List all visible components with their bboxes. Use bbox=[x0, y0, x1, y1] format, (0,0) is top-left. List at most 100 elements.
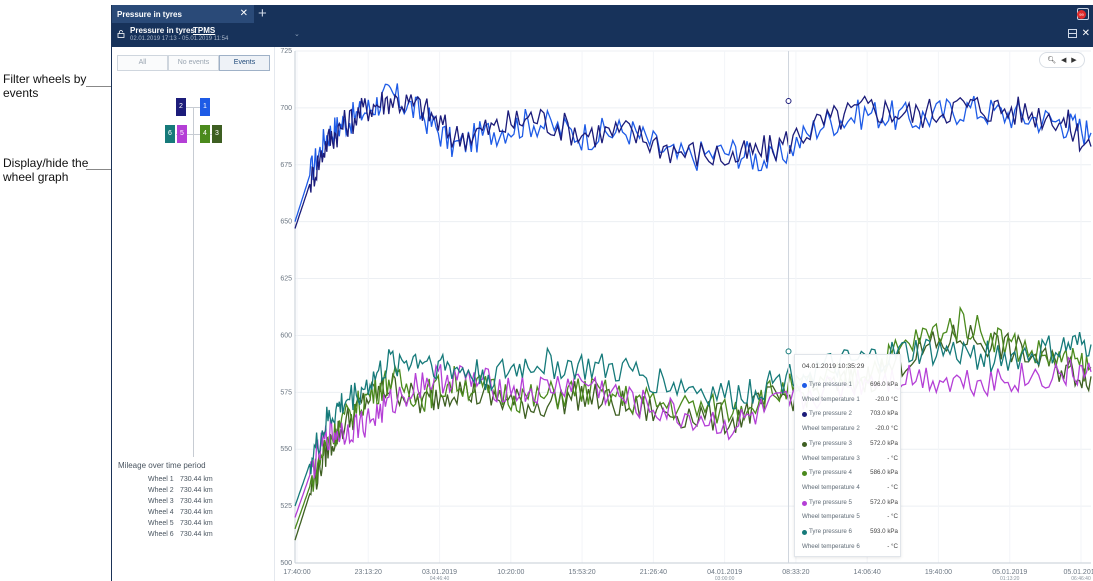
tooltip-row: Tyre pressure 6 593.0 kPa bbox=[802, 528, 898, 538]
x-tick-label: 23:13:20 bbox=[355, 569, 382, 576]
mileage-wheel-label: Wheel 2 bbox=[148, 487, 174, 494]
x-tick-sublabel: 06:46:40 bbox=[1071, 576, 1091, 581]
scroll-left-icon[interactable]: ◀ bbox=[1061, 56, 1066, 64]
tab-title: Pressure in tyres bbox=[117, 10, 182, 19]
tooltip-label: Wheel temperature 2 bbox=[802, 425, 860, 433]
tooltip-value: 703.0 kPa bbox=[870, 410, 898, 418]
annotation-display: Display/hide the wheel graph bbox=[3, 156, 88, 184]
mileage-value: 730.44 km bbox=[180, 476, 213, 483]
wheel-1-toggle[interactable]: 1 bbox=[200, 98, 210, 116]
y-tick-label: 700 bbox=[280, 105, 292, 112]
tooltip-row: Tyre pressure 5 572.0 kPa bbox=[802, 499, 898, 509]
tooltip-label: Wheel temperature 1 bbox=[802, 395, 860, 403]
x-tick-label: 08:33:20 bbox=[782, 569, 809, 576]
tooltip-row: Wheel temperature 6 - °C bbox=[802, 543, 898, 553]
annotation-filter-line1: Filter wheels by bbox=[3, 72, 87, 86]
report-header: Pressure in tyres TPMS 02.01.2019 17:13 … bbox=[112, 23, 1093, 47]
chevron-down-icon[interactable]: ⌄ bbox=[294, 30, 300, 38]
x-tick-label: 10:20:00 bbox=[497, 569, 524, 576]
y-tick-label: 550 bbox=[280, 446, 292, 453]
tooltip-value: - °C bbox=[887, 513, 898, 521]
x-tick-label: 19:40:00 bbox=[925, 569, 952, 576]
mileage-wheel-label: Wheel 5 bbox=[148, 520, 174, 527]
wheel-6-toggle[interactable]: 6 bbox=[165, 125, 175, 143]
chart-svg[interactable]: 500 525 550 575 600 625 650 675 700 725 17:40:00 23… bbox=[275, 47, 1093, 581]
mileage-title: Mileage over time period bbox=[118, 461, 206, 470]
tooltip-value: 696.0 kPa bbox=[870, 381, 898, 388]
mileage-value: 730.44 km bbox=[180, 487, 213, 494]
filter-all-button[interactable]: All bbox=[117, 55, 168, 71]
mileage-value: 730.44 km bbox=[180, 520, 213, 527]
notifications-icon[interactable]: 99 bbox=[1077, 8, 1089, 20]
pressure-chart[interactable]: 500 525 550 575 600 625 650 675 700 725 17:40:00 23… bbox=[275, 47, 1093, 581]
mileage-value: 730.44 km bbox=[180, 531, 213, 538]
x-tick-label: 05.01.2019 bbox=[1063, 569, 1093, 576]
tooltip-label: Tyre pressure 3 bbox=[809, 439, 852, 447]
tooltip-label: Tyre pressure 6 bbox=[809, 528, 852, 535]
mileage-row: Wheel 3 730.44 km bbox=[148, 498, 213, 505]
y-tick-label: 525 bbox=[280, 503, 292, 510]
add-tab-icon[interactable]: + bbox=[258, 5, 267, 22]
mileage-row: Wheel 5 730.44 km bbox=[148, 520, 213, 527]
tooltip-row: Wheel temperature 5 - °C bbox=[802, 513, 898, 523]
mileage-wheel-label: Wheel 4 bbox=[148, 509, 174, 516]
report-object-link[interactable]: TPMS bbox=[193, 26, 215, 35]
close-report-icon[interactable]: ✕ bbox=[1082, 28, 1090, 39]
wheel-2-toggle[interactable]: 2 bbox=[176, 98, 186, 116]
filter-events-button[interactable]: Events bbox=[219, 55, 270, 71]
y-tick-label: 600 bbox=[280, 332, 292, 339]
zoom-icon[interactable]: 🔍︎ bbox=[1047, 56, 1056, 64]
series-marker-icon bbox=[802, 530, 807, 535]
chart-tooltip: 04.01.2019 10:35:29 Tyre pressure 1 696.0… bbox=[794, 354, 901, 557]
event-filter-group: All No events Events bbox=[117, 55, 270, 71]
series-line-6 bbox=[294, 331, 1092, 507]
series-marker-icon bbox=[802, 441, 807, 447]
mileage-wheel-label: Wheel 6 bbox=[148, 531, 174, 538]
scroll-right-icon[interactable]: ▶ bbox=[1071, 56, 1076, 64]
tooltip-label: Wheel temperature 3 bbox=[802, 454, 860, 462]
tab-close-icon[interactable]: ✕ bbox=[240, 8, 248, 19]
annotation-display-line2: wheel graph bbox=[3, 170, 69, 184]
x-tick-label: 03.01.2019 bbox=[422, 569, 457, 576]
x-tick-label: 05.01.2019 bbox=[992, 569, 1027, 576]
tooltip-value: - °C bbox=[887, 454, 898, 462]
mileage-value: 730.44 km bbox=[180, 498, 213, 505]
tooltip-value: -20.0 °C bbox=[875, 395, 898, 403]
report-title: Pressure in tyres bbox=[130, 26, 195, 35]
tooltip-value: -20.0 °C bbox=[875, 425, 898, 433]
tab-pressure-in-tyres[interactable]: Pressure in tyres ✕ bbox=[112, 5, 254, 23]
tooltip-value: - °C bbox=[887, 542, 898, 550]
wheel-4-toggle[interactable]: 4 bbox=[200, 125, 210, 143]
filter-no-events-button[interactable]: No events bbox=[168, 55, 219, 71]
split-view-icon[interactable] bbox=[1068, 29, 1077, 38]
y-tick-label: 725 bbox=[280, 48, 292, 55]
lock-icon[interactable] bbox=[117, 30, 125, 38]
wheel-3-toggle[interactable]: 3 bbox=[212, 125, 222, 143]
tooltip-row: Wheel temperature 3 - °C bbox=[802, 455, 898, 465]
vehicle-frame bbox=[193, 107, 194, 457]
mileage-row: Wheel 1 730.44 km bbox=[148, 476, 213, 483]
annotation-filter-line2: events bbox=[3, 86, 39, 100]
tooltip-value: 572.0 kPa bbox=[870, 498, 898, 506]
x-tick-sublabel: 04:46:40 bbox=[430, 576, 450, 581]
series-line-3 bbox=[294, 324, 1092, 541]
tooltip-value: - °C bbox=[887, 483, 898, 491]
series-line-5 bbox=[294, 356, 1092, 518]
notifications-badge: 99 bbox=[1077, 10, 1086, 19]
tooltip-label: Tyre pressure 4 bbox=[809, 469, 852, 477]
tooltip-row: Tyre pressure 3 572.0 kPa bbox=[802, 440, 898, 450]
mileage-row: Wheel 2 730.44 km bbox=[148, 487, 213, 494]
mileage-wheel-label: Wheel 1 bbox=[148, 476, 174, 483]
report-period: 02.01.2019 17:13 - 05.01.2019 11:54 bbox=[130, 36, 229, 42]
tooltip-value: 586.0 kPa bbox=[870, 469, 898, 477]
tooltip-row: Tyre pressure 4 586.0 kPa bbox=[802, 469, 898, 479]
tooltip-value: 593.0 kPa bbox=[870, 528, 898, 535]
hover-marker bbox=[785, 348, 792, 355]
tooltip-label: Wheel temperature 5 bbox=[802, 513, 860, 521]
y-tick-label: 675 bbox=[280, 162, 292, 169]
tooltip-time: 04.01.2019 10:35:29 bbox=[802, 363, 865, 370]
tooltip-label: Tyre pressure 1 bbox=[809, 381, 852, 388]
wheel-5-toggle[interactable]: 5 bbox=[177, 125, 187, 143]
app-window: Pressure in tyres ✕ + 99 Pressure in tyr… bbox=[111, 5, 1093, 581]
tooltip-label: Wheel temperature 6 bbox=[802, 542, 860, 550]
